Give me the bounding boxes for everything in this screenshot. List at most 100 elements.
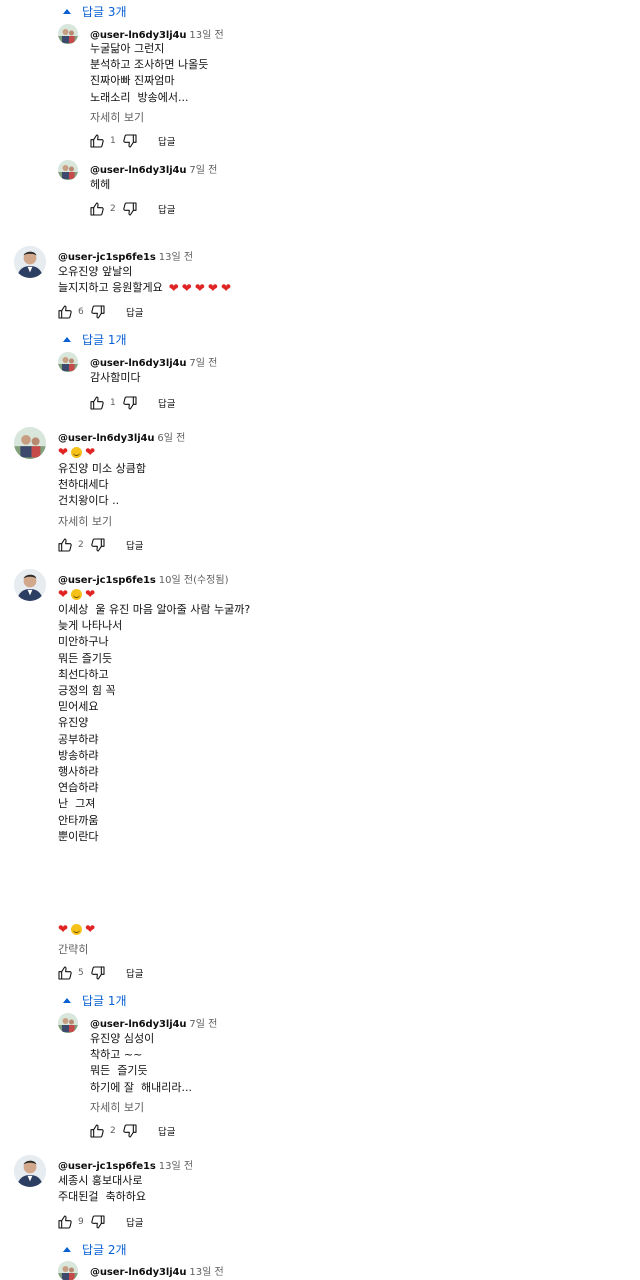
user-avatar[interactable] [14,246,46,278]
comment-header: @user-ln6dy3lj4u 7일 전 [90,1015,217,1030]
thumbs-down-icon[interactable] [90,304,106,320]
timestamp[interactable]: 13일 전 [159,1161,193,1172]
comment-line: 헤헤 [90,178,111,191]
user-avatar[interactable] [58,1261,78,1280]
comment-header: @user-ln6dy3lj4u 13일 전 [90,26,224,41]
comment-header: @user-jc1sp6fe1s 13일 전 [58,248,193,263]
timestamp[interactable]: 10일 전(수정됨) [159,575,229,586]
read-more-link[interactable]: 자세히 보기 [58,513,112,529]
comment-line: 유진양 미소 상큼함 [58,462,146,475]
comment-body: 세종시 홍보대사로 주대된걸 축하하요 [58,1173,146,1205]
emoji-group: ❤ ❤ ❤ ❤ ❤ [169,281,234,295]
timestamp[interactable]: 13일 전 [189,1267,223,1278]
thumbs-up-icon[interactable] [89,395,105,411]
timestamp[interactable]: 7일 전 [189,1019,217,1030]
caret-up-icon [63,998,71,1003]
read-more-link[interactable]: 자세히 보기 [90,1099,144,1115]
show-less-link[interactable]: 간략히 [58,941,88,957]
comment-actions: 5 답글 [57,964,143,982]
comment-header: @user-ln6dy3lj4u 7일 전 [90,354,217,369]
reply-button[interactable]: 답글 [158,202,175,216]
author-handle[interactable]: @user-jc1sp6fe1s [58,1161,156,1172]
heart-icon: ❤ [58,445,69,459]
replies-toggle[interactable]: 답글 1개 [60,992,127,1009]
comment-line: 행사하랴 [58,765,99,779]
comment-line: 미안하구나 [58,635,109,649]
author-handle[interactable]: @user-ln6dy3lj4u [90,30,187,41]
thumbs-up-icon[interactable] [89,133,105,149]
heart-icon: ❤ [181,281,192,296]
read-more-link[interactable]: 자세히 보기 [90,109,144,125]
comment-line: 방송하랴 [58,748,99,762]
replies-toggle[interactable]: 답글 2개 [60,1241,127,1258]
reply-button[interactable]: 답글 [158,134,175,148]
comment-header: @user-ln6dy3lj4u 13일 전 [90,1263,224,1278]
user-avatar[interactable] [14,427,46,459]
thumbs-down-icon[interactable] [122,201,138,217]
thumbs-down-icon[interactable] [90,1214,106,1230]
comment-body: 이세상 울 유진 마음 알아줄 사람 누굴까? 늦게 나타나서 미안하구나 뭐든… [58,602,250,845]
heart-icon: ❤ [58,587,69,601]
user-avatar[interactable] [58,160,78,180]
reply-button[interactable]: 답글 [126,538,143,552]
thumbs-up-icon[interactable] [89,1123,105,1139]
heart-icon: ❤ [168,281,179,296]
replies-toggle-label: 답글 2개 [82,1243,127,1257]
comment-line: 이세상 울 유진 마음 알아줄 사람 누굴까? [58,603,251,616]
reply-button[interactable]: 답글 [158,396,175,410]
comment-line: 누굴닮아 그런지 [90,42,165,55]
thumbs-down-icon[interactable] [90,965,106,981]
thumbs-up-icon[interactable] [57,965,73,981]
comment-line: 뭐든 즐기듯 [58,651,113,665]
author-handle[interactable]: @user-ln6dy3lj4u [90,1019,187,1030]
timestamp[interactable]: 7일 전 [189,165,217,176]
author-handle[interactable]: @user-ln6dy3lj4u [90,165,187,176]
like-count: 1 [110,136,116,146]
thumbs-up-icon[interactable] [57,537,73,553]
timestamp[interactable]: 13일 전 [159,252,193,263]
comment-line: 하기에 잘 해내리라... [90,1080,192,1094]
heart-icon: ❤ [207,281,218,296]
author-handle[interactable]: @user-ln6dy3lj4u [90,358,187,369]
user-avatar[interactable] [14,569,46,601]
caret-up-icon [63,1247,71,1252]
comment-line: 노래소리 방송에서... [90,90,189,104]
reply-button[interactable]: 답글 [158,1124,175,1138]
replies-toggle[interactable]: 답글 1개 [60,331,127,348]
comment-body: 유진양 미소 상큼함 천하대세다 건치왕이다 .. [58,461,146,510]
thumbs-up-icon[interactable] [89,201,105,217]
like-count: 2 [110,1126,116,1136]
thumbs-down-icon[interactable] [90,537,106,553]
comment-actions: 2 답글 [57,536,143,554]
thumbs-down-icon[interactable] [122,395,138,411]
timestamp[interactable]: 7일 전 [189,358,217,369]
author-handle[interactable]: @user-jc1sp6fe1s [58,252,156,263]
timestamp[interactable]: 13일 전 [189,30,223,41]
heart-icon: ❤ [194,281,205,296]
comment-line: 건치왕이다 .. [58,494,120,508]
replies-toggle-label: 답글 1개 [82,994,127,1008]
heart-icon: ❤ [85,445,96,459]
comment-line: 공부하랴 [58,732,99,746]
author-handle[interactable]: @user-jc1sp6fe1s [58,575,156,586]
replies-toggle[interactable]: 답글 3개 [60,3,127,20]
user-avatar[interactable] [58,24,78,44]
thumbs-down-icon[interactable] [122,1123,138,1139]
comment-line: 뿐이란다 [58,829,99,843]
timestamp[interactable]: 6일 전 [157,433,185,444]
author-handle[interactable]: @user-ln6dy3lj4u [90,1267,187,1278]
author-handle[interactable]: @user-ln6dy3lj4u [58,433,155,444]
comment-actions: 1 답글 [89,132,175,150]
user-avatar[interactable] [58,352,78,372]
user-avatar[interactable] [58,1013,78,1033]
reply-button[interactable]: 답글 [126,966,143,980]
comment-line: 늦게 나타나서 [58,619,123,633]
like-count: 2 [110,204,116,214]
thumbs-down-icon[interactable] [122,133,138,149]
user-avatar[interactable] [14,1155,46,1187]
thumbs-up-icon[interactable] [57,304,73,320]
reply-button[interactable]: 답글 [126,305,143,319]
thumbs-up-icon[interactable] [57,1214,73,1230]
reply-button[interactable]: 답글 [126,1215,143,1229]
comment-actions: 2 답글 [89,1122,175,1140]
